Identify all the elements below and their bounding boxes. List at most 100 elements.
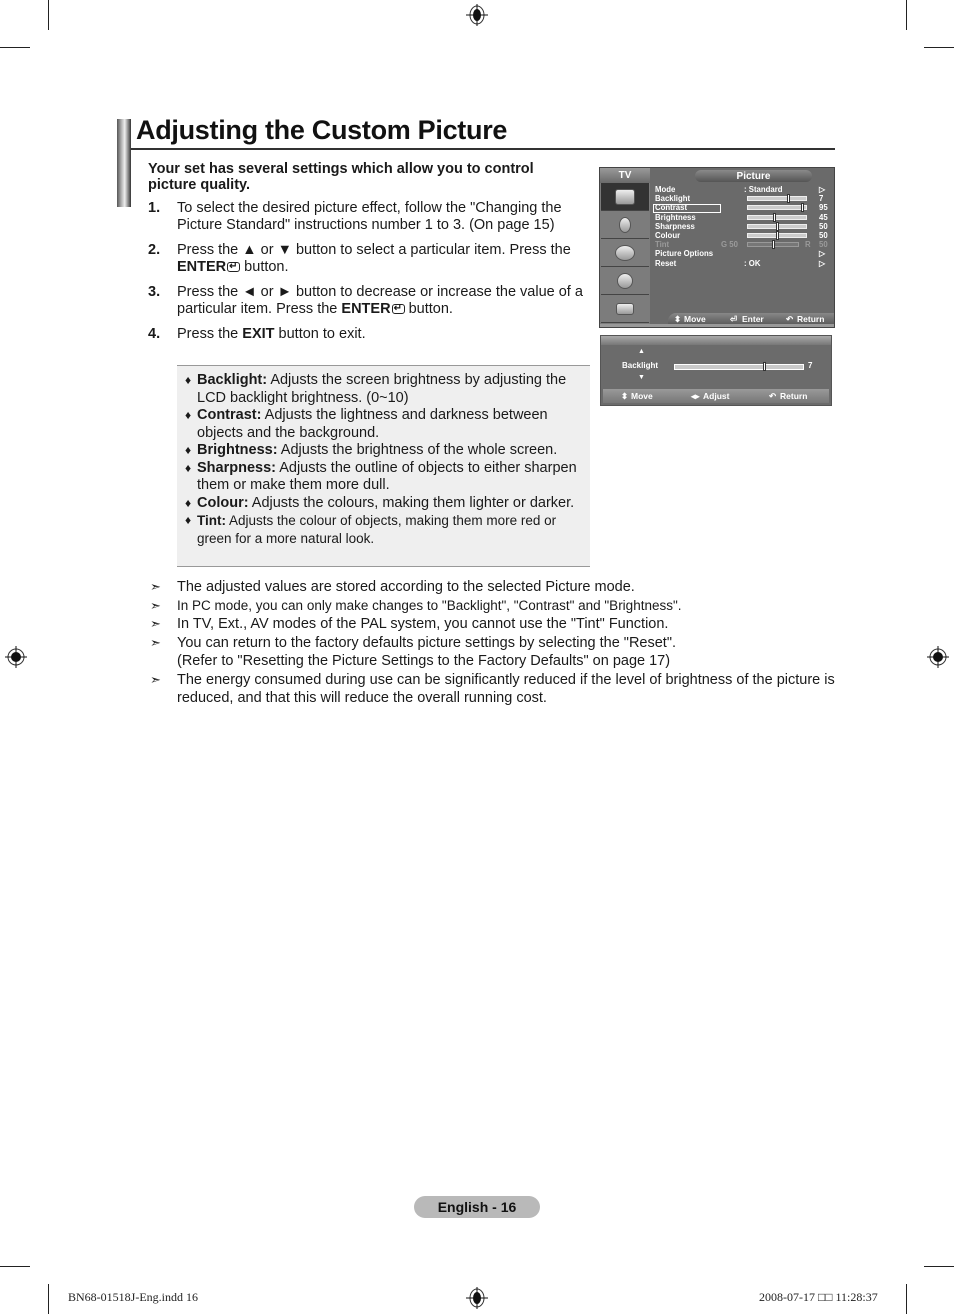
osd-tab-channel[interactable] — [601, 239, 649, 267]
submenu-arrow-icon: ▷ — [819, 185, 825, 194]
osd-backlight-adjust: ▲ Backlight ▼ 7 ⬍ Move ◂▸ Adjust ↶ Return — [600, 335, 832, 406]
crop-mark — [48, 1284, 49, 1314]
osd-row-number: 50 — [819, 221, 828, 231]
osd-row-label: Sharpness — [655, 221, 695, 231]
slider-knob[interactable] — [776, 221, 779, 231]
setup-icon — [617, 272, 633, 289]
step-text: button. — [404, 301, 453, 317]
info-desc: Adjusts the brightness of the whole scre… — [277, 442, 558, 458]
info-tint: ♦ Tint: Adjusts the colour of objects, ma… — [185, 512, 582, 547]
osd-slider[interactable] — [747, 203, 807, 213]
backlight-slider[interactable] — [674, 362, 804, 371]
osd-tab-sound[interactable] — [601, 211, 649, 239]
osd-header: Picture — [695, 170, 812, 182]
slider-knob[interactable] — [801, 203, 805, 213]
adjust-label: Backlight — [622, 361, 659, 370]
osd-adjust-header — [601, 336, 831, 345]
step-number: 2. — [148, 242, 161, 258]
osd-row-colour[interactable]: Colour 50 — [655, 230, 833, 240]
crop-mark — [924, 1266, 954, 1267]
info-term: Tint: — [197, 513, 226, 528]
osd-slider[interactable] — [747, 212, 807, 222]
step-number: 1. — [148, 200, 161, 216]
slider-knob[interactable] — [763, 362, 767, 371]
info-sharpness: ♦ Sharpness: Adjusts the outline of objec… — [185, 460, 582, 495]
osd-tab-setup[interactable] — [601, 267, 649, 295]
osd-slider[interactable] — [747, 230, 807, 240]
step-text: Press the ▲ or ▼ button to select a part… — [177, 242, 571, 258]
sound-icon — [619, 216, 631, 233]
osd-selection-highlight — [653, 204, 721, 213]
step-3: 3. Press the ◄ or ► button to decrease o… — [148, 284, 588, 318]
diamond-bullet-icon: ♦ — [185, 373, 192, 387]
osd-tab-input[interactable] — [601, 295, 649, 323]
note-item: ➣ You can return to the factory defaults … — [150, 634, 717, 671]
note-text: In TV, Ext., AV modes of the PAL system,… — [177, 616, 669, 632]
adjust-icon: ◂▸ — [691, 391, 700, 401]
step-number: 4. — [148, 326, 161, 342]
osd-row-tint[interactable]: Tint G 50 R 50 — [655, 240, 833, 250]
osd-row-number: 50 — [819, 230, 828, 240]
osd-row-reset[interactable]: Reset: OK ▷ — [655, 259, 833, 268]
channel-icon — [615, 244, 635, 261]
note-text: The adjusted values are stored according… — [177, 579, 635, 595]
note-text: You can return to the factory defaults p… — [177, 634, 677, 670]
slider-knob[interactable] — [787, 194, 791, 204]
slider-knob[interactable] — [773, 212, 777, 222]
crop-mark — [0, 1266, 30, 1267]
footer-move: Move — [631, 391, 653, 401]
osd-row-number: 95 — [819, 203, 828, 213]
step-number: 3. — [148, 284, 161, 300]
crop-mark — [924, 47, 954, 48]
enter-key-label: ENTER — [341, 301, 391, 317]
up-arrow-icon[interactable]: ▲ — [638, 348, 645, 355]
info-term: Brightness: — [197, 442, 278, 458]
osd-row-sharpness[interactable]: Sharpness 50 — [655, 221, 833, 231]
diamond-bullet-icon: ♦ — [185, 443, 192, 457]
slider-knob[interactable] — [772, 240, 775, 250]
move-icon: ⬍ — [621, 391, 629, 401]
osd-slider[interactable] — [747, 194, 807, 204]
osd-row-mode[interactable]: Mode : Standard ▷ — [655, 185, 833, 194]
down-arrow-icon[interactable]: ▼ — [638, 374, 645, 381]
diamond-bullet-icon: ♦ — [185, 495, 192, 510]
osd-row-brightness[interactable]: Brightness 45 — [655, 212, 833, 222]
osd-slider[interactable] — [747, 240, 799, 250]
tint-red-label: R — [805, 240, 811, 250]
submenu-arrow-icon: ▷ — [819, 249, 825, 259]
osd-row-backlight[interactable]: Backlight 7 — [655, 194, 833, 204]
osd-row-label: Tint — [655, 240, 670, 250]
info-term: Contrast: — [197, 407, 262, 423]
slider-knob[interactable] — [776, 230, 779, 240]
osd-row-label: Colour — [655, 230, 681, 240]
osd-row-label: Backlight — [655, 194, 691, 204]
osd-row-label: Mode — [655, 185, 676, 194]
footer-return: Return — [780, 391, 808, 401]
step-1: 1. To select the desired picture effect,… — [148, 200, 588, 234]
osd-adjust-footer: ⬍ Move ◂▸ Adjust ↶ Return — [603, 389, 829, 403]
osd-menu-rows: Mode: Standard ▷ Backlight 7 Contrast 95 Brigh… — [655, 185, 833, 268]
exit-key-label: EXIT — [242, 326, 275, 342]
osd-row-value: : Standard — [744, 185, 783, 194]
osd-tab-picture[interactable] — [601, 183, 649, 211]
picture-icon — [615, 188, 635, 205]
info-desc: Adjusts the colours, making them lighter… — [248, 494, 575, 511]
info-term: Colour: — [197, 494, 249, 511]
crop-mark — [0, 47, 30, 48]
page-number-badge: English - 16 — [414, 1196, 540, 1218]
registration-mark-icon — [5, 646, 27, 668]
step-text: To select the desired picture effect, fo… — [177, 200, 562, 233]
step-2: 2. Press the ▲ or ▼ button to select a p… — [148, 242, 588, 276]
osd-row-number: 7 — [819, 194, 824, 204]
info-colour: ♦ Colour: Adjusts the colours, making the… — [185, 495, 582, 513]
note-item: ➣ In TV, Ext., AV modes of the PAL system… — [150, 615, 840, 634]
footer-adjust: Adjust — [703, 391, 730, 401]
osd-slider[interactable] — [747, 221, 807, 231]
osd-row-picture-options[interactable]: Picture Options ▷ — [655, 249, 833, 258]
note-item: ➣ The energy consumed during use can be s… — [150, 671, 840, 708]
diamond-bullet-icon: ♦ — [185, 408, 192, 422]
note-text: The energy consumed during use can be si… — [177, 671, 835, 707]
registration-mark-icon — [927, 646, 949, 668]
info-contrast: ♦ Contrast: Adjusts the lightness and dar… — [185, 407, 582, 442]
tint-green-label: G 50 — [721, 240, 738, 250]
